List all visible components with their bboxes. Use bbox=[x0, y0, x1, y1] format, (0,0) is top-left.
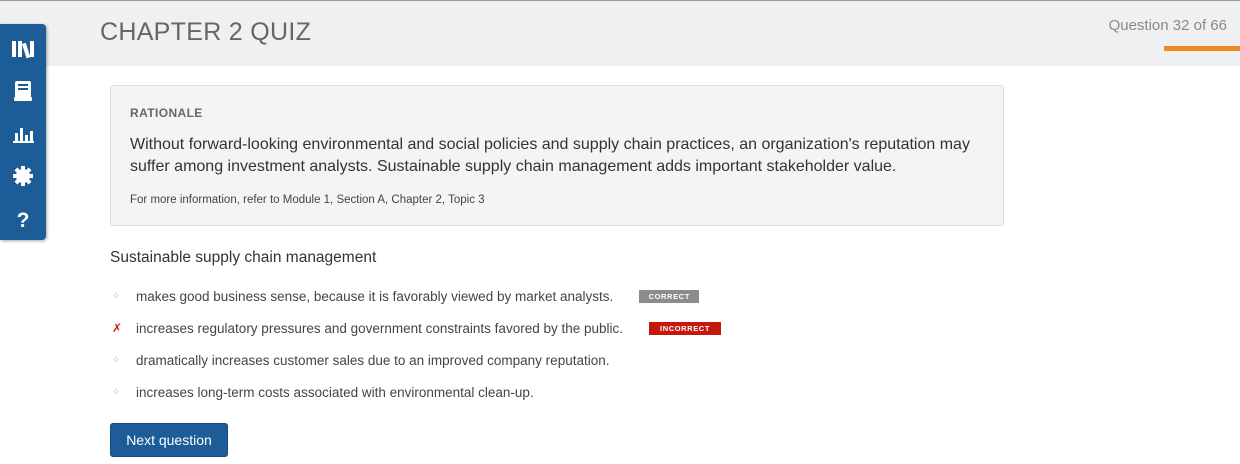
answer-text: makes good business sense, because it is… bbox=[136, 288, 614, 304]
diamond-bullet-icon: ✧ bbox=[112, 290, 121, 302]
answer-option[interactable]: ✧ increases long-term costs associated w… bbox=[110, 382, 534, 402]
quiz-header: CHAPTER 2 QUIZ Question 32 of 66 bbox=[0, 1, 1240, 66]
svg-text:?: ? bbox=[17, 209, 30, 230]
settings-icon bbox=[12, 165, 34, 187]
rationale-panel: RATIONALE Without forward-looking enviro… bbox=[110, 85, 1004, 226]
sidebar-item-library[interactable] bbox=[0, 28, 46, 70]
rationale-reference: For more information, refer to Module 1,… bbox=[130, 194, 485, 206]
sidebar-item-help[interactable]: ? bbox=[0, 198, 46, 240]
diamond-bullet-icon: ✧ bbox=[112, 354, 121, 366]
question-text: Sustainable supply chain management bbox=[110, 249, 377, 266]
answer-text: increases regulatory pressures and gover… bbox=[136, 320, 624, 336]
answer-text: increases long-term costs associated wit… bbox=[136, 384, 534, 400]
incorrect-badge: INCORRECT bbox=[649, 321, 722, 335]
library-icon bbox=[11, 39, 35, 59]
answer-text: dramatically increases customer sales du… bbox=[136, 352, 610, 368]
chart-icon bbox=[12, 124, 34, 144]
question-progress-bar bbox=[1164, 46, 1240, 51]
answer-option[interactable]: ✗ increases regulatory pressures and gov… bbox=[110, 318, 722, 338]
correct-badge: CORRECT bbox=[639, 289, 700, 303]
diamond-bullet-icon: ✧ bbox=[112, 386, 121, 398]
sidebar-nav: ? bbox=[0, 24, 46, 240]
sidebar-item-settings[interactable] bbox=[0, 155, 46, 197]
page-title: CHAPTER 2 QUIZ bbox=[100, 18, 312, 46]
sidebar-item-progress[interactable] bbox=[0, 113, 46, 155]
rationale-text: Without forward-looking environmental an… bbox=[130, 136, 970, 175]
sidebar-item-flashcards[interactable] bbox=[0, 70, 46, 112]
cross-icon: ✗ bbox=[112, 321, 123, 335]
next-question-button[interactable]: Next question bbox=[110, 423, 228, 457]
answer-option[interactable]: ✧ dramatically increases customer sales … bbox=[110, 350, 609, 370]
answer-option[interactable]: ✧ makes good business sense, because it … bbox=[110, 286, 700, 306]
help-icon: ? bbox=[15, 208, 31, 230]
question-counter: Question 32 of 66 bbox=[1108, 17, 1227, 34]
flashcards-icon bbox=[13, 80, 33, 102]
rationale-heading: RATIONALE bbox=[130, 106, 203, 120]
